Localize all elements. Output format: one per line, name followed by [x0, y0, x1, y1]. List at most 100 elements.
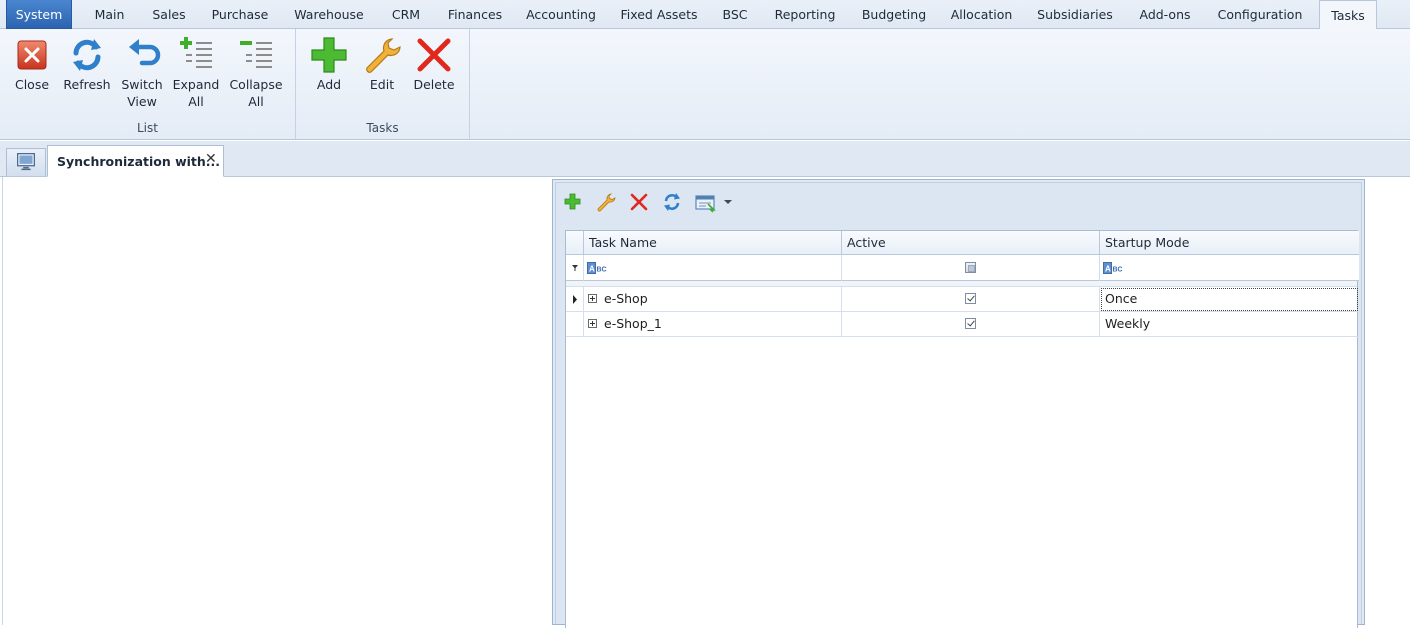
expand-all-label-line2: All	[188, 94, 204, 109]
text-filter-icon: A BC	[1103, 262, 1123, 274]
workspace: Task Name Active Startup Mode A BC A BC …	[0, 177, 1410, 628]
close-tab-icon[interactable]: ✕	[205, 152, 217, 166]
expand-row-icon[interactable]	[588, 294, 597, 303]
svg-text:BC: BC	[1113, 267, 1123, 274]
switch-view-label-line1: Switch	[121, 77, 163, 92]
grid-view-menu-button[interactable]	[694, 191, 734, 213]
filter-active-checkbox[interactable]	[965, 262, 976, 273]
close-label: Close	[14, 77, 50, 92]
add-button[interactable]: Add	[308, 35, 350, 93]
startup-mode-text: Weekly	[1105, 316, 1151, 331]
menu-tab-tasks[interactable]: Tasks	[1319, 0, 1377, 30]
menu-tab-sales[interactable]: Sales	[143, 0, 195, 29]
collapse-all-label-line2: All	[248, 94, 264, 109]
add-icon	[564, 193, 581, 210]
document-tab-title: Synchronization with...	[57, 154, 221, 169]
column-header-active[interactable]: Active	[842, 231, 1100, 255]
collapse-all-button[interactable]: Collapse All	[228, 35, 284, 110]
document-tab-synchronization[interactable]: Synchronization with... ✕	[47, 145, 224, 177]
collapse-all-icon	[240, 41, 272, 68]
delete-label: Delete	[413, 77, 455, 92]
svg-text:A: A	[1105, 265, 1111, 274]
expand-all-button[interactable]: Expand All	[172, 35, 220, 110]
menu-tab-crm[interactable]: CRM	[382, 0, 430, 29]
menu-tab-finances[interactable]: Finances	[440, 0, 510, 29]
add-icon	[311, 37, 347, 73]
svg-text:A: A	[589, 265, 595, 274]
column-header-task-name[interactable]: Task Name	[584, 231, 842, 255]
ribbon-group-tasks: Add Edit Delete Tasks	[296, 29, 470, 139]
close-icon	[17, 40, 47, 70]
cell-startup-mode[interactable]: Weekly	[1100, 312, 1359, 337]
menu-tab-add-ons[interactable]: Add-ons	[1130, 0, 1200, 29]
wrench-icon	[597, 193, 616, 212]
home-tab[interactable]	[6, 148, 46, 176]
ribbon: Close Refresh Switch View Expand All Col…	[0, 29, 1410, 140]
ribbon-group-list: Close Refresh Switch View Expand All Col…	[0, 29, 296, 139]
active-checkbox[interactable]	[965, 318, 976, 329]
expand-row-icon[interactable]	[588, 319, 597, 328]
wrench-icon	[366, 38, 401, 73]
active-checkbox[interactable]	[965, 293, 976, 304]
row-indicator	[566, 287, 584, 312]
grid-view-icon	[695, 195, 732, 213]
menu-tab-bsc[interactable]: BSC	[715, 0, 755, 29]
left-pane-border	[2, 177, 3, 625]
ribbon-group-list-label: List	[137, 121, 158, 135]
menu-tab-warehouse[interactable]: Warehouse	[286, 0, 372, 29]
menu-tab-budgeting[interactable]: Budgeting	[855, 0, 933, 29]
monitor-icon	[16, 152, 36, 171]
filter-startup-mode[interactable]: A BC	[1100, 255, 1359, 281]
svg-text:BC: BC	[597, 267, 607, 274]
grid-edit-button[interactable]	[595, 191, 617, 213]
filter-task-name[interactable]: A BC	[584, 255, 842, 281]
menu-tab-configuration[interactable]: Configuration	[1210, 0, 1310, 29]
menu-tab-purchase[interactable]: Purchase	[204, 0, 276, 29]
table-row[interactable]: e-Shop Once	[566, 287, 1359, 312]
refresh-icon	[664, 193, 680, 211]
refresh-label: Refresh	[63, 77, 111, 92]
expand-all-label-line1: Expand	[172, 77, 220, 92]
table-row[interactable]: e-Shop_1 Weekly	[566, 312, 1359, 337]
menu-tab-main[interactable]: Main	[82, 0, 137, 29]
column-header-startup-mode[interactable]: Startup Mode	[1100, 231, 1359, 255]
tasks-grid: Task Name Active Startup Mode A BC A BC …	[565, 230, 1359, 628]
cell-active[interactable]	[842, 312, 1100, 337]
grid-add-button[interactable]	[562, 191, 584, 213]
grid-delete-button[interactable]	[628, 191, 650, 213]
switch-view-label-line2: View	[127, 94, 157, 109]
grid-refresh-button[interactable]	[661, 191, 683, 213]
collapse-all-label-line1: Collapse	[229, 77, 283, 92]
task-name-text: e-Shop	[604, 291, 648, 306]
refresh-button[interactable]: Refresh	[63, 35, 111, 93]
menu-tab-accounting[interactable]: Accounting	[519, 0, 603, 29]
edit-label: Edit	[369, 77, 395, 92]
tasks-panel-inner: Task Name Active Startup Mode A BC A BC …	[555, 182, 1362, 628]
refresh-icon	[73, 39, 101, 71]
cell-task-name[interactable]: e-Shop	[584, 287, 842, 312]
cell-task-name[interactable]: e-Shop_1	[584, 312, 842, 337]
expand-all-icon	[180, 37, 212, 68]
menu-tab-allocation[interactable]: Allocation	[943, 0, 1020, 29]
close-button[interactable]: Close	[10, 35, 54, 93]
switch-view-icon	[129, 39, 161, 66]
document-tab-strip: Synchronization with... ✕	[0, 141, 1410, 177]
delete-icon	[630, 193, 648, 211]
menu-tab-fixed-assets[interactable]: Fixed Assets	[613, 0, 705, 29]
task-name-text: e-Shop_1	[604, 316, 662, 331]
switch-view-button[interactable]: Switch View	[120, 35, 164, 110]
text-filter-icon: A BC	[587, 262, 607, 274]
delete-button[interactable]: Delete	[412, 35, 456, 93]
menu-tab-system[interactable]: System	[6, 0, 72, 29]
tasks-panel: Task Name Active Startup Mode A BC A BC …	[552, 179, 1365, 628]
grid-header-indicator	[566, 231, 584, 255]
delete-icon	[417, 38, 451, 72]
cell-active[interactable]	[842, 287, 1100, 312]
menu-tab-subsidiaries[interactable]: Subsidiaries	[1030, 0, 1120, 29]
filter-active[interactable]	[842, 255, 1100, 281]
edit-button[interactable]: Edit	[361, 35, 403, 93]
menu-tab-reporting[interactable]: Reporting	[765, 0, 845, 29]
ribbon-group-tasks-label: Tasks	[366, 121, 399, 135]
row-indicator	[566, 312, 584, 337]
cell-startup-mode[interactable]: Once	[1100, 287, 1359, 312]
